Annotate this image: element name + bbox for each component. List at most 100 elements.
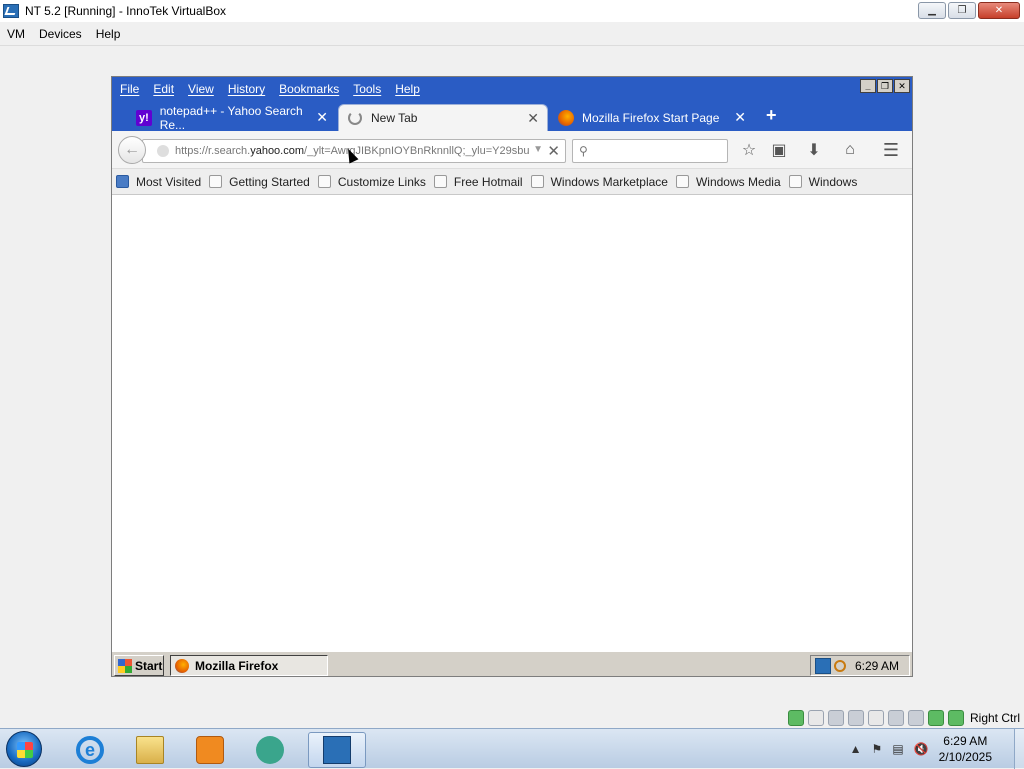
ff-minimize-button[interactable]: _ (860, 79, 876, 93)
mouse-integration-status-icon[interactable] (927, 710, 944, 726)
display-status-icon[interactable] (907, 710, 924, 726)
site-identity-icon[interactable] (157, 145, 169, 157)
ff-menu-edit[interactable]: Edit (153, 82, 174, 96)
bookmark-label: Windows (808, 174, 858, 189)
bookmarks-menu-icon[interactable]: ▣ (768, 139, 790, 161)
floppy-status-icon[interactable] (827, 710, 844, 726)
url-stop-icon[interactable]: ✕ (547, 142, 560, 160)
search-icon: ⚲ (579, 144, 588, 158)
vbox-titlebar: NT 5.2 [Running] - InnoTek VirtualBox ▁ … (0, 0, 1024, 22)
loading-spinner-icon (347, 110, 363, 126)
taskbar-pin-explorer[interactable] (126, 732, 174, 768)
magnifier-tray-icon[interactable] (834, 659, 846, 672)
ff-menu-tools[interactable]: Tools (353, 82, 381, 96)
tab-firefox-start[interactable]: Mozilla Firefox Start Page ✕ (550, 104, 754, 131)
taskbar-item-firefox[interactable]: Mozilla Firefox (170, 655, 328, 676)
search-input[interactable]: ⚲ (572, 139, 728, 163)
optical-drive-status-icon[interactable] (807, 710, 824, 726)
bookmark-page-icon (675, 175, 689, 188)
tab-close-icon[interactable]: ✕ (527, 110, 539, 127)
system-tray: 6:29 AM (810, 655, 910, 676)
bookmark-windows[interactable]: Windows (788, 174, 858, 189)
clock-time: 6:29 AM (943, 734, 988, 748)
tab-label: Mozilla Firefox Start Page (582, 110, 720, 125)
start-button[interactable]: Start (114, 655, 164, 676)
url-dropdown-icon[interactable]: ▼ (533, 144, 543, 155)
dragon-app-icon (256, 736, 284, 764)
ff-restore-button[interactable]: ❐ (877, 79, 893, 93)
bookmark-windows-marketplace[interactable]: Windows Marketplace (530, 175, 668, 189)
menu-help[interactable]: Help (96, 27, 121, 41)
guest-taskbar: Start Mozilla Firefox 6:29 AM (112, 651, 912, 676)
host-clock[interactable]: 6:29 AM 2/10/2025 (939, 733, 992, 765)
internet-explorer-icon: e (76, 736, 104, 764)
firefox-icon (558, 109, 574, 126)
host-key-status-icon[interactable] (947, 710, 964, 726)
usb-status-icon[interactable] (867, 710, 884, 726)
close-button[interactable]: ✕ (978, 2, 1020, 19)
minimize-button[interactable]: ▁ (918, 2, 946, 19)
windows-start-orb-icon[interactable] (6, 731, 42, 767)
tab-close-icon[interactable]: ✕ (734, 109, 746, 126)
ff-menu-view[interactable]: View (188, 82, 214, 96)
url-suffix: /_ylt=AwrgJIBKpnIOYBnRknnllQ;_ylu=Y29sbu (304, 145, 530, 157)
ff-menu-file[interactable]: File (120, 82, 139, 96)
tab-new-tab[interactable]: New Tab ✕ (338, 104, 548, 131)
ff-menu-history[interactable]: History (228, 82, 265, 96)
folder-icon (136, 736, 164, 764)
network-icon[interactable]: ▤ (892, 742, 903, 756)
taskbar-item-label: Mozilla Firefox (195, 658, 279, 673)
restore-button[interactable]: ❐ (948, 2, 976, 19)
ff-menu-bookmarks[interactable]: Bookmarks (279, 82, 339, 96)
url-prefix: https://r.search. (175, 145, 251, 157)
guest-clock: 6:29 AM (855, 658, 900, 673)
back-button[interactable]: ← (118, 136, 146, 164)
bookmark-label: Windows Media (695, 174, 781, 189)
tab-close-icon[interactable]: ✕ (316, 109, 328, 126)
bookmark-page-icon (530, 175, 544, 188)
taskbar-pin-virtualbox[interactable] (308, 732, 366, 768)
menu-vm[interactable]: VM (7, 27, 25, 41)
firefox-navbar: https://r.search.yahoo.com/_ylt=AwrgJIBK… (112, 131, 912, 169)
bookmark-label: Free Hotmail (453, 174, 523, 189)
virtualbox-tray-icon[interactable] (815, 657, 831, 674)
bookmark-customize-links[interactable]: Customize Links (317, 175, 426, 189)
bookmark-star-icon[interactable]: ☆ (738, 139, 760, 161)
host-key-label: Right Ctrl (969, 711, 1020, 725)
hard-disk-status-icon[interactable] (787, 710, 804, 726)
downloads-icon[interactable]: ⬇ (803, 139, 825, 161)
ff-menu-help[interactable]: Help (395, 82, 420, 96)
guest-screen[interactable]: File Edit View History Bookmarks Tools H… (111, 76, 913, 677)
bookmark-page-icon (433, 175, 447, 188)
bookmark-most-visited[interactable]: Most Visited (116, 175, 201, 189)
volume-muted-icon[interactable]: 🔇 (914, 742, 929, 756)
taskbar-pin-media-player[interactable] (186, 732, 234, 768)
network-status-icon[interactable] (847, 710, 864, 726)
taskbar-pin-ie[interactable]: e (66, 732, 114, 768)
shared-folders-status-icon[interactable] (887, 710, 904, 726)
bookmark-windows-media[interactable]: Windows Media (675, 174, 781, 189)
action-center-flag-icon[interactable]: ⚑ (872, 742, 883, 756)
ff-close-button[interactable]: ✕ (894, 79, 910, 93)
hamburger-menu-icon[interactable]: ☰ (880, 139, 902, 161)
bookmark-getting-started[interactable]: Getting Started (209, 175, 310, 189)
bookmark-free-hotmail[interactable]: Free Hotmail (433, 174, 523, 189)
menu-devices[interactable]: Devices (39, 27, 82, 41)
taskbar-pin-app[interactable] (246, 732, 294, 768)
yahoo-icon: y! (136, 109, 152, 126)
home-icon[interactable]: ⌂ (839, 139, 861, 161)
page-content-area[interactable] (112, 195, 912, 650)
virtualbox-icon (323, 736, 351, 764)
show-hidden-icons-icon[interactable]: ▲ (850, 742, 862, 756)
windows-logo-icon (118, 658, 132, 673)
firefox-menubar: File Edit View History Bookmarks Tools H… (112, 77, 912, 101)
new-tab-button[interactable]: + (766, 105, 777, 126)
bookmark-page-icon (209, 175, 223, 188)
window-controls: ▁ ❐ ✕ (918, 2, 1020, 19)
most-visited-icon (116, 175, 129, 188)
window-title: NT 5.2 [Running] - InnoTek VirtualBox (25, 4, 226, 18)
show-desktop-button[interactable] (1014, 729, 1024, 769)
back-arrow-icon: ← (124, 141, 140, 158)
tab-yahoo-search[interactable]: y! notepad++ - Yahoo Search Re... ✕ (128, 104, 336, 132)
firefox-window-controls: _ ❐ ✕ (860, 79, 910, 93)
